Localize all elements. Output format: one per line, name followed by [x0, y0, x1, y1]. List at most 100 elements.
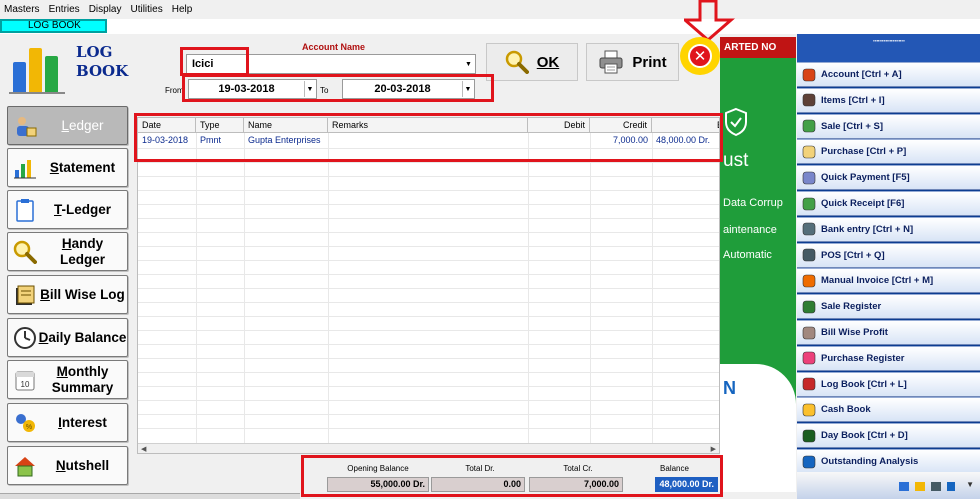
shortcut-label: Quick Payment [F5] [821, 172, 910, 184]
shortcut-label: Sale [Ctrl + S] [821, 120, 884, 132]
shortcut-pos-button[interactable]: POS [Ctrl + Q] [797, 242, 980, 268]
ad-line-4: Automatic [723, 249, 772, 261]
shortcut-log-book-button[interactable]: Log Book [Ctrl + L] [797, 371, 980, 397]
shortcut-items-button[interactable]: Items [Ctrl + I] [797, 87, 980, 113]
from-label: From [165, 86, 184, 95]
quick-payment-icon [800, 169, 818, 187]
nav-statement-button[interactable]: Statement [7, 148, 128, 187]
shortcut-label: Cash Book [821, 404, 871, 416]
svg-text:%: % [26, 424, 32, 431]
bill-wise-log-icon [12, 282, 38, 308]
ad-line-5: N [723, 378, 736, 398]
nav-t-ledger-button[interactable]: T-Ledger [7, 190, 128, 229]
background-ad-panel: ARTED NO ust Data Corrup aintenance Auto… [720, 37, 796, 492]
highlight-box-account [180, 47, 249, 76]
shortcut-label: Outstanding Analysis [821, 456, 919, 467]
ok-button-label: OK [536, 53, 560, 71]
module-title-line2: BOOK [76, 62, 129, 80]
scroll-left-icon[interactable]: ◀ [141, 445, 146, 453]
t-ledger-icon [12, 197, 38, 223]
house-icon [12, 453, 38, 479]
ad-line-3: aintenance [723, 224, 777, 236]
close-button[interactable]: ✕ [680, 37, 720, 75]
menu-masters[interactable]: Masters [4, 4, 40, 15]
ad-line-1: ust [723, 150, 749, 171]
nav-monthly-summary-label: Monthly Summary [51, 363, 114, 395]
shortcut-manual-invoice-button[interactable]: Manual Invoice [Ctrl + M] [797, 268, 980, 294]
shortcut-sale-register-button[interactable]: Sale Register [797, 294, 980, 320]
shortcut-purchase-register-button[interactable]: Purchase Register [797, 345, 980, 371]
shortcut-quick-payment-button[interactable]: Quick Payment [F5] [797, 165, 980, 191]
log-book-logo-icon [9, 42, 69, 94]
nav-interest-label: Interest [58, 414, 107, 430]
shortcut-panel-header: ┅┅┅┅┅┅┅ [797, 34, 980, 62]
quick-receipt-icon [800, 195, 818, 213]
nav-ledger-button[interactable]: Ledger [7, 106, 128, 145]
shortcut-panel-footer: ▼ [797, 472, 980, 499]
shortcut-label: Purchase [Ctrl + P] [821, 146, 907, 158]
interest-icon: % [12, 410, 38, 436]
menu-utilities[interactable]: Utilities [130, 4, 162, 15]
magnifier-icon [505, 50, 529, 74]
nav-interest-button[interactable]: % Interest [7, 403, 128, 442]
purchase-register-icon [800, 349, 818, 367]
menu-display[interactable]: Display [89, 4, 122, 15]
nav-statement-label: Statement [49, 159, 116, 175]
statement-icon [12, 155, 38, 181]
svg-text:10: 10 [21, 380, 30, 389]
log-book-icon [800, 375, 818, 393]
printer-icon [599, 50, 623, 74]
module-title-line1: LOG [76, 43, 113, 61]
shortcut-label: Quick Receipt [F6] [821, 198, 905, 209]
cash-book-icon [800, 401, 818, 419]
shortcut-outstanding-analysis-button[interactable]: Outstanding Analysis [797, 449, 980, 474]
nav-nutshell-button[interactable]: Nutshell [7, 446, 128, 485]
nav-daily-balance-button[interactable]: Daily Balance [7, 318, 128, 357]
horizontal-scrollbar[interactable]: ◀ ▶ [138, 443, 719, 453]
shortcut-label: Manual Invoice [Ctrl + M] [821, 275, 934, 287]
toolbar-icons [899, 482, 955, 491]
manual-invoice-icon [800, 272, 818, 290]
day-book-icon [800, 427, 818, 445]
ledger-icon [12, 113, 38, 139]
nav-monthly-summary-button[interactable]: 10 Monthly Summary [7, 360, 128, 399]
shortcut-purchase-button[interactable]: Purchase [Ctrl + P] [797, 139, 980, 165]
menu-bar: Masters Entries Display Utilities Help [0, 0, 980, 19]
bank-entry-icon [800, 220, 818, 238]
shortcut-label: Bank entry [Ctrl + N] [821, 223, 914, 235]
shield-icon [725, 107, 747, 137]
chevron-down-icon[interactable]: ▼ [463, 56, 474, 72]
shortcut-sale-button[interactable]: Sale [Ctrl + S] [797, 113, 980, 139]
shortcut-account-button[interactable]: Account [Ctrl + A] [797, 62, 980, 87]
sale-icon [800, 117, 818, 135]
highlight-box-dates [182, 74, 494, 102]
arrow-annotation-icon [684, 0, 736, 42]
print-button[interactable]: Print [586, 43, 679, 81]
close-icon: ✕ [688, 44, 712, 68]
status-strip [0, 493, 300, 499]
shortcut-cash-book-button[interactable]: Cash Book [797, 397, 980, 423]
sale-register-icon [800, 298, 818, 316]
shortcut-bank-entry-button[interactable]: Bank entry [Ctrl + N] [797, 216, 980, 242]
ok-button[interactable]: OK [486, 43, 578, 81]
magnifier-icon [12, 239, 38, 265]
nav-handy-ledger-button[interactable]: Handy Ledger [7, 232, 128, 271]
highlight-box-grid-row [134, 113, 723, 162]
purchase-icon [800, 143, 818, 161]
ledger-grid[interactable]: Date Type Name Remarks Debit Credit Bala… [137, 117, 720, 454]
outstanding-analysis-icon [800, 453, 818, 471]
scroll-right-icon[interactable]: ▶ [711, 445, 716, 453]
window-tab-label: LOG BOOK [28, 20, 81, 31]
shortcut-day-book-button[interactable]: Day Book [Ctrl + D] [797, 423, 980, 449]
nav-handy-ledger-label: Handy Ledger [59, 235, 105, 267]
menu-help[interactable]: Help [172, 4, 193, 15]
shortcut-bill-wise-profit-button[interactable]: Bill Wise Profit [797, 320, 980, 345]
nav-t-ledger-label: T-Ledger [53, 201, 112, 217]
chevron-down-icon[interactable]: ▼ [966, 480, 974, 489]
menu-entries[interactable]: Entries [49, 4, 80, 15]
nav-bill-wise-log-button[interactable]: Bill Wise Log [7, 275, 128, 314]
account-icon [800, 66, 818, 84]
window-tab-log-book[interactable]: LOG BOOK [0, 19, 107, 33]
highlight-box-totals [301, 455, 723, 497]
shortcut-quick-receipt-button[interactable]: Quick Receipt [F6] [797, 191, 980, 216]
